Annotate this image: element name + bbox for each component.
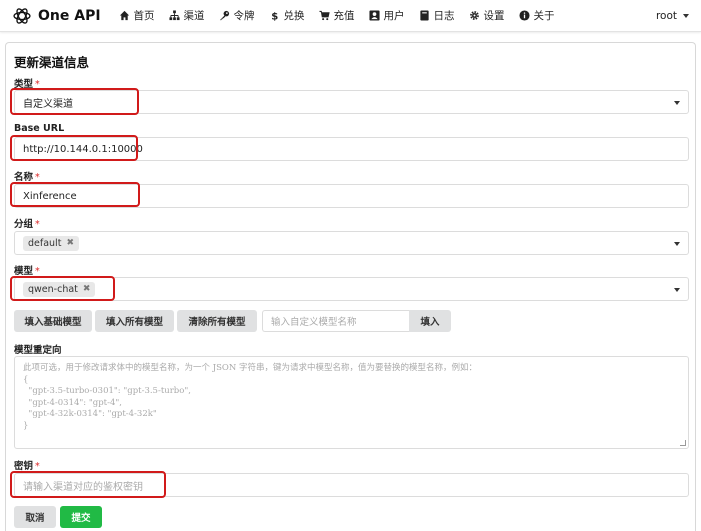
nav-item-settings[interactable]: 设置	[469, 8, 505, 23]
nav-item-label: 充值	[333, 10, 355, 22]
username: root	[655, 10, 677, 22]
custom-model-input[interactable]: 输入自定义模型名称	[262, 310, 416, 332]
nav-item-label: 兑换	[283, 10, 305, 22]
nav-item-label: 渠道	[183, 10, 205, 22]
name-value: Xinference	[23, 190, 77, 202]
fill-basic-models-button[interactable]: 填入基础模型	[14, 310, 92, 332]
group-tag[interactable]: default ✖	[23, 235, 79, 251]
key-icon	[219, 10, 229, 21]
nav-item-label: 日志	[433, 10, 455, 22]
nav-item-home[interactable]: 首页	[119, 8, 155, 23]
name-input[interactable]: Xinference	[14, 184, 689, 208]
page-title: 更新渠道信息	[14, 55, 90, 70]
submit-button[interactable]: 提交	[60, 506, 102, 528]
clear-all-models-button[interactable]: 清除所有模型	[177, 310, 257, 332]
nav-item-topup[interactable]: 充值	[319, 8, 355, 23]
svg-text:$: $	[271, 12, 278, 21]
chevron-down-icon	[674, 242, 680, 246]
key-placeholder: 请输入渠道对应的鉴权密钥	[23, 481, 143, 493]
model-mapping-label: 模型重定向	[14, 345, 62, 356]
chevron-down-icon	[674, 101, 680, 105]
brand-name: One API	[38, 7, 101, 24]
key-label: 密钥 *	[14, 461, 40, 472]
brand[interactable]: One API	[12, 6, 101, 26]
nav-item-label: 令牌	[233, 10, 255, 22]
type-label: 类型 *	[14, 79, 40, 90]
nav-item-users[interactable]: 用户	[369, 8, 405, 23]
type-value: 自定义渠道	[23, 98, 73, 110]
cancel-button[interactable]: 取消	[14, 506, 56, 528]
nav-item-logs[interactable]: 日志	[419, 8, 455, 23]
nav-item-channels[interactable]: 渠道	[169, 8, 205, 23]
close-icon[interactable]: ✖	[83, 284, 91, 294]
close-icon[interactable]: ✖	[66, 238, 74, 248]
top-nav: One API 首页 渠道 令牌 $ 兑换 充值 用户 日志 设置 关于 roo…	[0, 0, 701, 32]
key-input[interactable]: 请输入渠道对应的鉴权密钥	[14, 473, 689, 497]
group-select[interactable]: default ✖	[14, 231, 689, 255]
model-tag[interactable]: qwen-chat ✖	[23, 281, 96, 297]
name-label: 名称 *	[14, 172, 40, 183]
nav-item-about[interactable]: 关于	[519, 8, 555, 23]
nav-item-label: 关于	[533, 10, 555, 22]
chevron-down-icon	[674, 288, 680, 292]
channel-edit-card: 更新渠道信息 类型 * 自定义渠道 Base URL http://10.144.…	[5, 42, 696, 531]
gear-icon	[469, 11, 479, 20]
book-icon	[419, 10, 429, 21]
nav-item-label: 用户	[383, 10, 405, 22]
home-icon	[119, 10, 129, 21]
base-url-label: Base URL	[14, 123, 65, 134]
cart-icon	[319, 10, 330, 21]
fill-custom-model-button[interactable]: 填入	[409, 310, 451, 332]
base-url-input[interactable]: http://10.144.0.1:10000	[14, 137, 689, 161]
nav-item-redeem[interactable]: $ 兑换	[269, 8, 305, 23]
resize-handle[interactable]	[680, 440, 686, 446]
type-select[interactable]: 自定义渠道	[14, 90, 689, 114]
user-menu[interactable]: root	[656, 0, 689, 32]
group-label: 分组 *	[14, 219, 40, 230]
base-url-value: http://10.144.0.1:10000	[23, 143, 143, 155]
nav-item-label: 首页	[133, 10, 155, 22]
model-select[interactable]: qwen-chat ✖	[14, 277, 689, 301]
nav-item-label: 设置	[483, 10, 505, 22]
model-mapping-textarea[interactable]: 此项可选，用于修改请求体中的模型名称，为一个 JSON 字符串，键为请求中模型名…	[14, 356, 689, 449]
user-icon	[369, 10, 380, 21]
dollar-icon: $	[271, 12, 278, 21]
nav-item-tokens[interactable]: 令牌	[219, 8, 255, 23]
model-label: 模型 *	[14, 266, 40, 277]
fill-all-models-button[interactable]: 填入所有模型	[95, 310, 174, 332]
openai-logo-icon	[13, 7, 31, 24]
sitemap-icon	[169, 10, 180, 21]
chevron-down-icon	[683, 14, 689, 18]
info-icon	[519, 10, 530, 21]
